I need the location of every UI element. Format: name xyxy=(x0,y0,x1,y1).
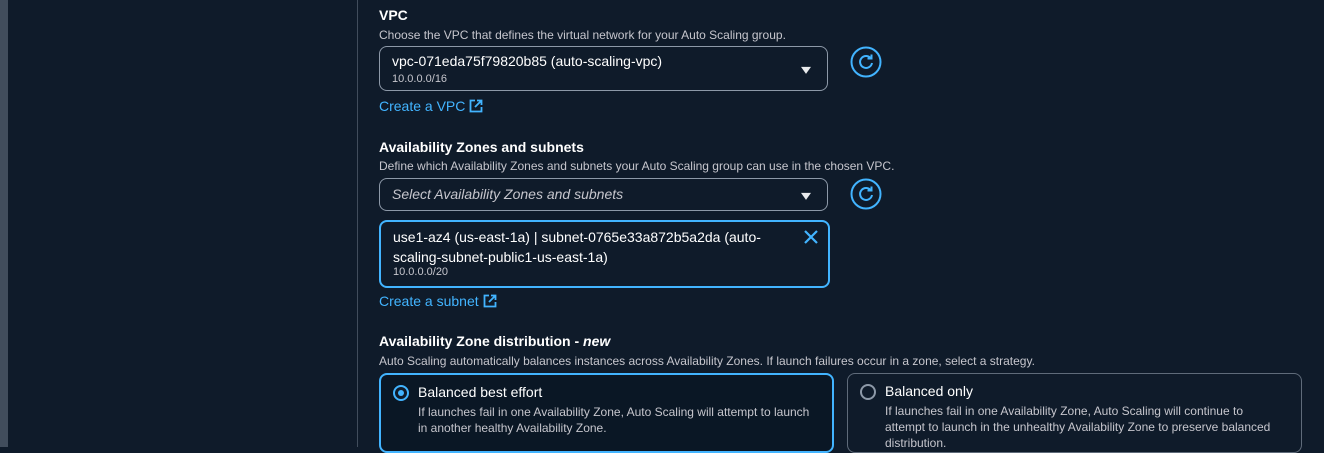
vpc-selected-value: vpc-071eda75f79820b85 (auto-scaling-vpc) xyxy=(392,53,663,69)
left-rail xyxy=(0,0,8,447)
caret-down-icon xyxy=(801,192,811,200)
create-subnet-link-text: Create a subnet xyxy=(379,293,479,309)
option-title: Balanced best effort xyxy=(418,384,543,400)
new-badge: new xyxy=(583,333,611,349)
refresh-icon[interactable] xyxy=(850,178,882,210)
subnet-token-cidr: 10.0.0.0/20 xyxy=(393,266,449,278)
option-title: Balanced only xyxy=(885,383,973,399)
create-vpc-link[interactable]: Create a VPC xyxy=(379,98,483,114)
external-link-icon xyxy=(469,99,483,113)
option-balanced-only[interactable]: Balanced only If launches fail in one Av… xyxy=(847,373,1302,453)
vpc-label: VPC xyxy=(379,7,408,23)
vpc-select[interactable]: vpc-071eda75f79820b85 (auto-scaling-vpc)… xyxy=(379,46,828,91)
distribution-description: Auto Scaling automatically balances inst… xyxy=(379,354,1035,368)
distribution-label-text: Availability Zone distribution - xyxy=(379,333,584,349)
selected-subnet-token: use1-az4 (us-east-1a) | subnet-0765e33a8… xyxy=(379,220,830,288)
distribution-label: Availability Zone distribution - new xyxy=(379,333,610,349)
subnets-select[interactable]: Select Availability Zones and subnets xyxy=(379,178,828,211)
subnets-placeholder: Select Availability Zones and subnets xyxy=(392,186,624,202)
vpc-selected-cidr: 10.0.0.0/16 xyxy=(392,73,448,85)
close-icon[interactable] xyxy=(802,228,820,246)
network-settings-panel: VPC Choose the VPC that defines the virt… xyxy=(357,0,1324,453)
create-vpc-link-text: Create a VPC xyxy=(379,98,466,114)
refresh-icon[interactable] xyxy=(850,46,882,78)
subnets-description: Define which Availability Zones and subn… xyxy=(379,159,895,173)
option-description: If launches fail in one Availability Zon… xyxy=(418,405,810,435)
option-balanced-best-effort[interactable]: Balanced best effort If launches fail in… xyxy=(379,373,834,453)
radio-unselected[interactable] xyxy=(860,384,876,400)
vpc-description: Choose the VPC that defines the virtual … xyxy=(379,28,786,42)
subnets-label: Availability Zones and subnets xyxy=(379,139,584,155)
caret-down-icon xyxy=(801,66,811,74)
radio-selected[interactable] xyxy=(393,385,409,401)
subnet-token-text: use1-az4 (us-east-1a) | subnet-0765e33a8… xyxy=(393,229,761,265)
external-link-icon xyxy=(483,294,497,308)
create-subnet-link[interactable]: Create a subnet xyxy=(379,293,497,309)
option-description: If launches fail in one Availability Zon… xyxy=(885,404,1271,450)
